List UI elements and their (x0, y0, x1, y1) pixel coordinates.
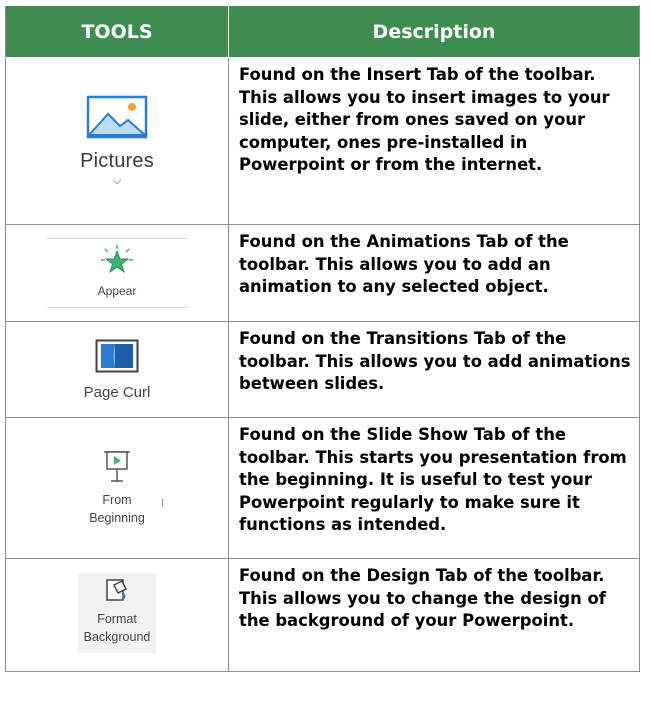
appear-label: Appear (97, 284, 137, 298)
star-burst-icon (101, 245, 133, 274)
tool-cell-pictures: Pictures ⌵ (5, 57, 229, 225)
format-background-button[interactable]: Format Background (78, 573, 156, 653)
description-cell: Found on the Animations Tab of the toolb… (228, 224, 640, 322)
table-row: Appear Found on the Animations Tab of th… (5, 224, 640, 322)
header-tools: TOOLS (5, 5, 229, 58)
tool-cell-format-background: Format Background (5, 558, 229, 672)
page-curl-icon (95, 339, 139, 372)
projector-screen-play-icon (103, 450, 130, 482)
table-row: Pictures ⌵ Found on the Insert Tab of th… (5, 57, 640, 225)
tools-table: TOOLS Description Pictures ⌵ Found on th… (5, 5, 640, 672)
table-row: From Beginning Found on the Slide Show T… (5, 417, 640, 559)
from-beginning-label-line1: From (102, 492, 132, 507)
pictures-button[interactable]: Pictures ⌵ (80, 95, 154, 187)
pictures-label: Pictures (80, 149, 154, 172)
from-beginning-label-line2: Beginning (89, 510, 145, 525)
from-beginning-button[interactable]: From Beginning (89, 450, 145, 527)
page-curl-label: Page Curl (83, 383, 151, 401)
divider (162, 499, 163, 507)
header-row: TOOLS Description (5, 5, 640, 58)
tool-cell-appear: Appear (5, 224, 229, 322)
tool-cell-page-curl: Page Curl (5, 321, 229, 418)
table-row: Page Curl Found on the Transitions Tab o… (5, 321, 640, 418)
description-cell: Found on the Transitions Tab of the tool… (228, 321, 640, 418)
table-row: Format Background Found on the Design Ta… (5, 558, 640, 672)
appear-button[interactable]: Appear (45, 238, 189, 308)
header-description: Description (228, 5, 640, 58)
page-curl-button[interactable]: Page Curl (83, 339, 151, 401)
format-background-icon (106, 579, 128, 601)
format-background-label-line1: Format (97, 612, 137, 626)
picture-icon (86, 95, 148, 138)
tool-cell-from-beginning: From Beginning (5, 417, 229, 559)
description-cell: Found on the Design Tab of the toolbar. … (228, 558, 640, 672)
chevron-down-icon[interactable]: ⌵ (80, 173, 154, 187)
description-cell: Found on the Insert Tab of the toolbar. … (228, 57, 640, 225)
description-cell: Found on the Slide Show Tab of the toolb… (228, 417, 640, 559)
format-background-label-line2: Background (83, 630, 151, 644)
